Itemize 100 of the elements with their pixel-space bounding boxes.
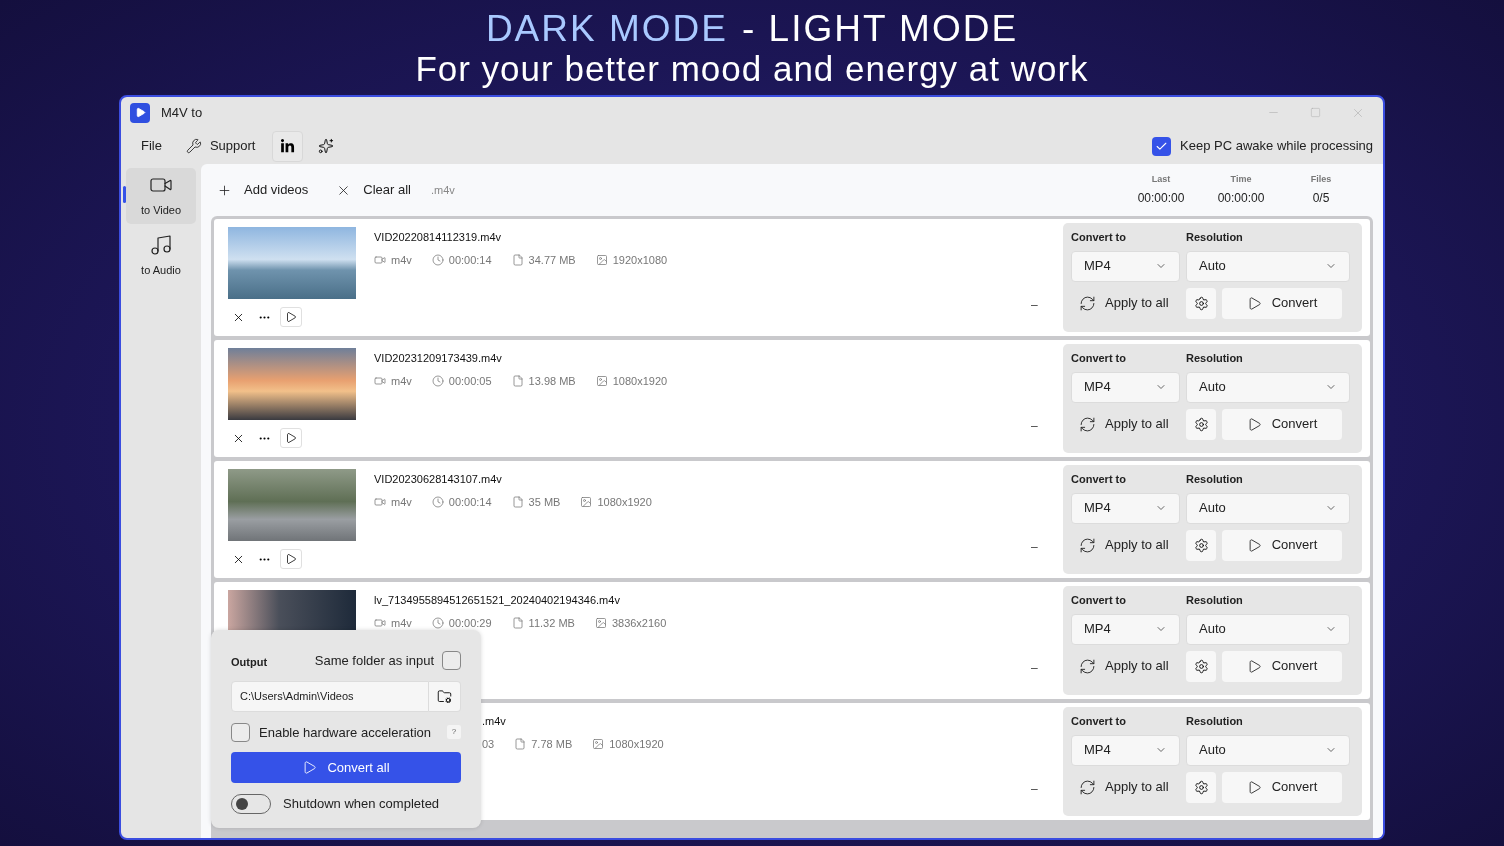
settings-button[interactable] — [1186, 771, 1216, 803]
resolution-dropdown[interactable]: Auto — [1186, 734, 1350, 766]
resolution-label: Resolution — [1186, 714, 1243, 729]
file-icon — [511, 374, 524, 387]
hardware-acceleration-checkbox[interactable] — [231, 722, 250, 742]
status-text: – — [1031, 660, 1038, 677]
settings-button[interactable] — [1186, 529, 1216, 561]
sidebar-tab[interactable]: to Video — [126, 168, 196, 224]
settings-icon — [1193, 779, 1209, 795]
file-info: m4v — [391, 373, 412, 389]
video-icon — [374, 495, 386, 508]
keep-awake-checkbox[interactable] — [1152, 136, 1172, 156]
file-filter: .m4v — [431, 182, 455, 198]
file-info: m4v — [391, 252, 412, 268]
file-name: lv_7134955894512651521_20240402194346.m4v — [374, 593, 621, 608]
resolution-dropdown[interactable]: Auto — [1186, 613, 1350, 645]
apply-to-all-button[interactable]: Apply to all — [1071, 287, 1180, 319]
output-path-field[interactable]: C:\Users\Admin\Videos — [231, 680, 429, 712]
convert-all-button[interactable]: Convert all — [231, 752, 461, 783]
play-icon — [1246, 537, 1262, 553]
file-info: 1080x1920 — [609, 736, 664, 752]
clock-icon — [431, 374, 444, 387]
file-name: VID20230628143107.m4v — [374, 472, 503, 487]
window-title: M4V to — [161, 103, 203, 122]
apply-to-all-button[interactable]: Apply to all — [1071, 771, 1180, 803]
settings-icon — [1193, 295, 1209, 311]
file-info: 00:00:14 — [448, 252, 492, 268]
file-icon — [511, 253, 524, 266]
file-info: 1080x1920 — [597, 494, 652, 510]
play-button[interactable] — [280, 428, 302, 448]
convert-button[interactable]: Convert — [1222, 771, 1342, 803]
file-icon — [511, 495, 524, 508]
play-icon — [285, 553, 297, 565]
file-info: 7.78 MB — [531, 736, 573, 752]
play-icon — [1246, 779, 1262, 795]
apply-to-all-button[interactable]: Apply to all — [1071, 529, 1180, 561]
linkedin-button[interactable] — [271, 130, 303, 162]
file-icon — [514, 737, 527, 750]
same-folder-checkbox[interactable] — [442, 650, 461, 670]
music-note-icon — [149, 233, 173, 258]
browse-folder-button[interactable] — [429, 680, 461, 712]
settings-icon — [1193, 416, 1209, 432]
toggle-knob — [236, 798, 248, 810]
settings-button[interactable] — [1186, 408, 1216, 440]
file-info: 35 MB — [528, 494, 561, 510]
video-icon — [374, 616, 386, 629]
format-dropdown[interactable]: MP4 — [1071, 250, 1180, 282]
play-button[interactable] — [280, 307, 302, 327]
resolution-dropdown[interactable]: Auto — [1186, 492, 1350, 524]
play-icon — [1246, 658, 1262, 674]
settings-icon — [1193, 537, 1209, 553]
convert-button[interactable]: Convert — [1222, 408, 1342, 440]
video-icon — [374, 253, 386, 266]
resolution-dropdown[interactable]: Auto — [1186, 371, 1350, 403]
frame-icon — [595, 253, 608, 266]
sidebar-tab[interactable]: to Audio — [126, 228, 196, 284]
status-text: – — [1031, 781, 1038, 798]
stat-label: Last — [1151, 172, 1171, 186]
frame-icon — [595, 374, 608, 387]
play-icon — [285, 432, 297, 444]
support-menu[interactable]: Support — [177, 132, 264, 160]
convert-to-label: Convert to — [1071, 230, 1127, 245]
settings-button[interactable] — [1186, 650, 1216, 682]
file-info: m4v — [391, 615, 412, 631]
format-dropdown[interactable]: MP4 — [1071, 371, 1180, 403]
file-info: 00:00:05 — [448, 373, 492, 389]
format-dropdown[interactable]: MP4 — [1071, 734, 1180, 766]
apply-to-all-button[interactable]: Apply to all — [1071, 650, 1180, 682]
status-text: – — [1031, 418, 1038, 435]
convert-button[interactable]: Convert — [1222, 650, 1342, 682]
linkedin-logo-icon — [279, 138, 295, 154]
file-menu[interactable]: File — [133, 132, 170, 160]
file-info: 11.32 MB — [528, 615, 575, 631]
status-text: – — [1031, 539, 1038, 556]
stat-label: Time — [1230, 172, 1252, 186]
hardware-acceleration-label: Enable hardware acceleration — [259, 723, 431, 742]
file-icon — [511, 616, 524, 629]
file-info: 3836x2160 — [611, 615, 667, 631]
convert-button[interactable]: Convert — [1222, 287, 1342, 319]
play-button[interactable] — [280, 549, 302, 569]
format-dropdown[interactable]: MP4 — [1071, 613, 1180, 645]
stat-label: Files — [1310, 172, 1332, 186]
file-info: 00:00:14 — [448, 494, 492, 510]
clock-icon — [431, 495, 444, 508]
app-logo-icon — [130, 102, 150, 123]
resolution-dropdown[interactable]: Auto — [1186, 250, 1350, 282]
apply-to-all-button[interactable]: Apply to all — [1071, 408, 1180, 440]
help-badge[interactable]: ? — [447, 725, 461, 740]
format-dropdown[interactable]: MP4 — [1071, 492, 1180, 524]
resolution-label: Resolution — [1186, 593, 1243, 608]
plus-icon — [217, 182, 232, 198]
clear-all-button[interactable]: Clear all — [336, 180, 411, 200]
file-info: m4v — [391, 494, 412, 510]
convert-to-label: Convert to — [1071, 351, 1127, 366]
status-text: – — [1031, 297, 1038, 314]
settings-button[interactable] — [1186, 287, 1216, 319]
file-name: .m4v — [482, 714, 507, 729]
add-videos-button[interactable]: Add videos — [217, 180, 309, 200]
convert-button[interactable]: Convert — [1222, 529, 1342, 561]
resolution-label: Resolution — [1186, 472, 1243, 487]
